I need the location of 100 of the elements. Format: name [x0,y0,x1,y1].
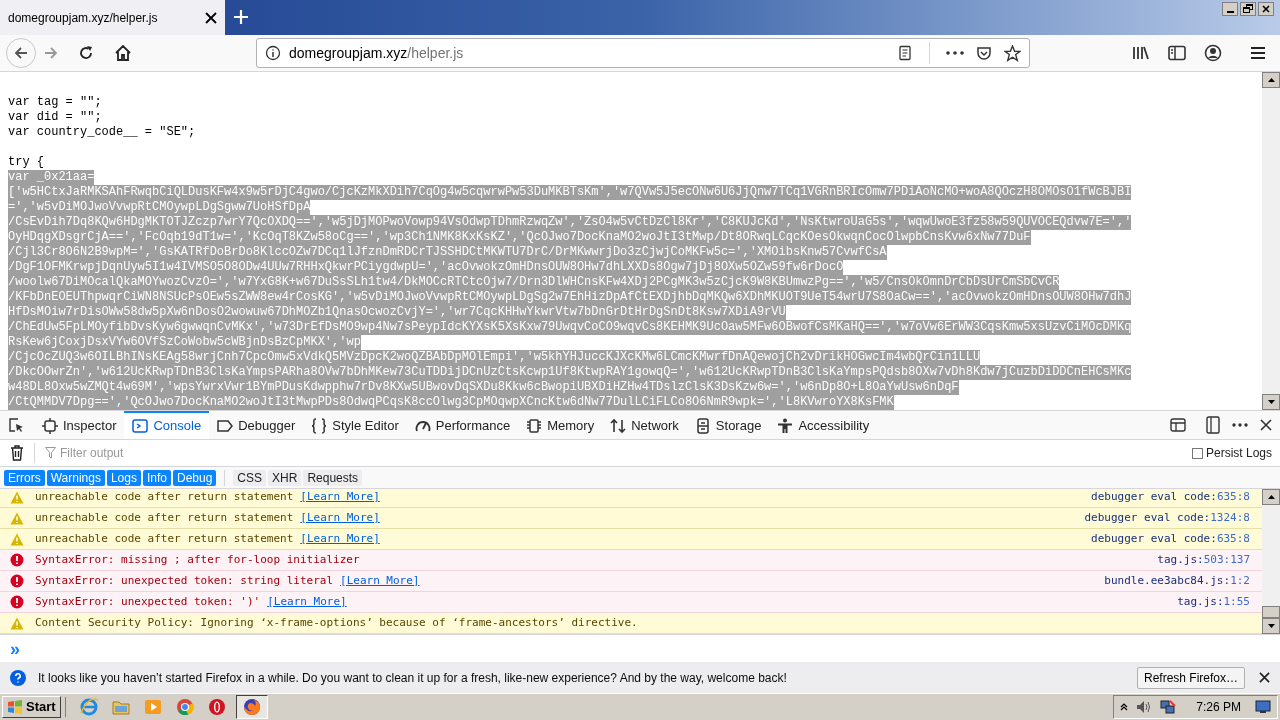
devtools-tab[interactable]: Inspector [34,411,125,439]
message-text: SyntaxError: unexpected token: string literal [35,572,333,589]
refresh-firefox-button[interactable]: Refresh Firefox… [1136,666,1245,689]
library-icon[interactable] [1132,45,1150,61]
filter-button[interactable]: Debug [172,469,217,486]
devtools-tab[interactable]: Style Editor [303,411,407,439]
devtools-tab[interactable]: Console [124,411,210,439]
warning-icon [10,490,24,504]
filter-button[interactable]: Warnings [46,469,105,486]
scrollbar[interactable] [1262,489,1280,634]
error-icon [10,595,24,609]
learn-more-link[interactable]: [Learn More] [267,593,347,611]
ring-logo-icon [206,697,227,717]
home-icon[interactable] [114,44,132,62]
taskbar-button[interactable] [235,695,268,719]
message-text: Content Security Policy: Ignoring ‘x-frame-options’ because of ‘frame-ancestors’ directive. [35,614,638,631]
devtools-tab[interactable]: Network [602,411,687,439]
source-link[interactable]: tag.js:1:55 [1177,593,1250,611]
scroll-down-icon[interactable] [1267,400,1275,404]
filter-button[interactable]: Info [142,469,171,486]
new-tab-icon[interactable] [233,9,249,25]
filter-button[interactable]: CSS [233,469,267,486]
element-picker-icon[interactable] [8,417,24,433]
trash-icon[interactable] [10,445,24,461]
reload-icon[interactable] [78,45,94,61]
star-icon[interactable] [1004,44,1021,62]
responsive-icon[interactable] [1206,416,1220,434]
info-icon[interactable] [265,45,281,61]
code-line: var did = ""; [8,110,102,125]
performance-icon [414,418,431,434]
dock-icon[interactable] [1170,418,1186,432]
close-button[interactable] [1258,2,1274,16]
minimize-button[interactable] [1222,2,1238,16]
error-icon [10,574,24,588]
learn-more-link[interactable]: [Learn More] [300,509,380,527]
restore-button[interactable] [1240,2,1256,16]
forward-icon[interactable] [42,45,60,61]
filter-button[interactable]: Requests [303,469,363,486]
menu-icon[interactable] [1250,46,1266,60]
style-icon [311,418,328,434]
sidebar-icon[interactable] [1168,45,1186,61]
more-icon[interactable] [946,51,964,55]
close-icon[interactable] [1260,419,1272,431]
address-bar[interactable]: domegroupjam.xyz/helper.js [256,38,1030,68]
filter-button[interactable]: Logs [106,469,141,486]
source-link[interactable]: debugger eval code:635:8 [1091,530,1250,548]
browser-tab[interactable]: domegroupjam.xyz/helper.js [0,0,225,35]
start-button[interactable]: Start [2,696,61,718]
source-link[interactable]: debugger eval code:635:8 [1091,489,1250,506]
source-link[interactable]: debugger eval code:1324:8 [1084,509,1250,527]
scroll-thumb[interactable] [1262,606,1280,618]
scroll-up-icon[interactable] [1267,495,1275,499]
chevron-up-icon[interactable] [1120,703,1129,711]
browser-icon [78,697,99,717]
learn-more-link[interactable]: [Learn More] [340,572,420,590]
message-text: SyntaxError: missing ; after for-loop initializer [35,551,360,568]
accessibility-icon [777,418,794,434]
scrollbar[interactable] [1262,72,1280,410]
devtools-tab[interactable]: Storage [686,411,770,439]
source-link[interactable]: bundle.ee3abc84.js:1:2 [1104,572,1250,590]
filter-button[interactable]: Errors [4,469,45,486]
network-icon [610,418,627,434]
question-icon [10,669,26,686]
message-text: unreachable code after return statement [35,489,294,505]
close-icon[interactable] [205,11,217,24]
message-text: unreachable code after return statement [35,509,294,526]
devtools-tab[interactable]: Memory [518,411,603,439]
reader-view-icon[interactable] [897,45,913,61]
speaker-icon[interactable] [1136,700,1153,714]
network-icon[interactable] [1160,699,1177,715]
warning-icon [10,616,24,630]
console-prompt[interactable]: » [10,639,20,658]
learn-more-link[interactable]: [Learn More] [300,530,380,548]
message-text: unreachable code after return statement [35,530,294,547]
account-icon[interactable] [1204,44,1222,62]
media-player-icon [142,697,163,717]
debugger-icon [217,418,234,434]
devtools-tab[interactable]: Debugger [209,411,304,439]
scroll-down-icon[interactable] [1267,624,1275,628]
storage-icon [694,418,711,434]
close-icon [1262,5,1270,13]
devtools-tab[interactable]: Accessibility [769,411,878,439]
pocket-icon[interactable] [976,45,992,61]
close-icon[interactable] [1259,672,1270,683]
windows-logo-icon [7,700,23,714]
filter-field[interactable]: Filter output [60,444,260,462]
warning-icon [10,532,24,546]
code-line: try { [8,155,44,170]
devtools-tab[interactable]: Performance [406,411,519,439]
scroll-up-icon[interactable] [1267,78,1275,82]
persist-logs-checkbox[interactable]: Persist Logs [1191,444,1272,462]
notification-text: It looks like you haven’t started Firefox in a while. Do you want to clean it up for a fresh, like-new experience? And by the way, welcome back! [38,669,787,687]
source-link[interactable]: tag.js:503:137 [1157,551,1250,569]
code-line: var country_code__ = "SE"; [8,125,196,140]
learn-more-link[interactable]: [Learn More] [300,489,380,506]
filter-button[interactable]: XHR [268,469,302,486]
tab-title: domegroupjam.xyz/helper.js [8,9,158,27]
desktop-icon[interactable] [1255,700,1271,714]
error-icon [10,553,24,567]
more-icon[interactable] [1232,423,1248,427]
